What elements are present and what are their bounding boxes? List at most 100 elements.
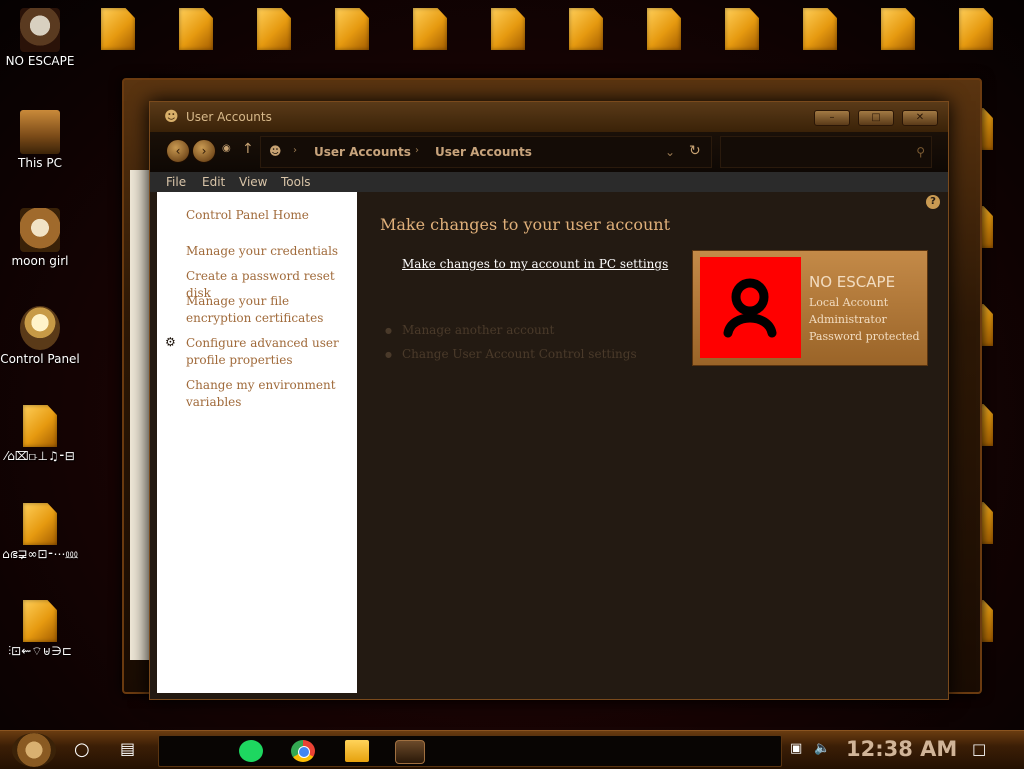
desktop-icon-this-pc[interactable]: This PC (0, 110, 80, 170)
control-panel-home-link[interactable]: Control Panel Home (186, 207, 351, 224)
picture-icon (20, 208, 60, 252)
start-button[interactable] (12, 733, 56, 767)
volume-muted-icon[interactable]: 🔈 (814, 741, 830, 756)
account-type: Local Account (809, 296, 889, 309)
breadcrumb-user-accounts-2[interactable]: User Accounts (435, 145, 532, 159)
clock[interactable]: 12:38 AM (846, 737, 957, 761)
desktop-file-icon[interactable] (858, 8, 938, 50)
desktop-icon-label: moon girl (11, 255, 69, 268)
lightbulb-icon (20, 306, 60, 350)
environment-variables-link[interactable]: Change my environment variables (186, 377, 351, 411)
control-panel-taskbar-icon[interactable] (395, 740, 425, 764)
tasks-panel: Control Panel Home Manage your credentia… (157, 192, 357, 693)
document-icon (569, 8, 603, 50)
desktop-icon-label: ⫶⊡⇜⌔⊎∋⊏ (8, 645, 72, 658)
breadcrumb-user-accounts-1[interactable]: User Accounts (314, 145, 411, 159)
document-icon (23, 600, 57, 642)
bullet-icon: ● (385, 326, 392, 335)
desktop-file-icon[interactable] (702, 8, 782, 50)
desktop-icon-no-escape[interactable]: NO ESCAPE (0, 8, 80, 68)
recent-locations-icon[interactable]: ◉ (222, 143, 231, 154)
users-icon: ☻ (269, 144, 282, 158)
document-icon (959, 8, 993, 50)
menu-view[interactable]: View (239, 175, 267, 189)
back-button[interactable]: ‹ (166, 139, 190, 163)
task-view-icon[interactable]: ▤ (120, 739, 135, 758)
desktop-file-icon[interactable]: ⫶⊡⇜⌔⊎∋⊏ (0, 600, 80, 658)
desktop-file-icon[interactable] (546, 8, 626, 50)
menu-tools[interactable]: Tools (281, 175, 311, 189)
search-input[interactable]: ⚲ (720, 136, 932, 168)
account-role: Administrator (809, 313, 887, 326)
desktop-icon-label: NO ESCAPE (5, 55, 75, 68)
notification-icon[interactable]: □ (972, 740, 986, 758)
breadcrumb-separator-icon: › (293, 145, 297, 156)
avatar (700, 257, 801, 358)
desktop-file-icon[interactable] (936, 8, 1016, 50)
pc-settings-link[interactable]: Make changes to my account in PC setting… (402, 257, 668, 271)
advanced-profile-link[interactable]: Configure advanced user profile properti… (186, 335, 351, 369)
skull-icon (20, 8, 60, 52)
document-icon (413, 8, 447, 50)
breadcrumb-separator-icon: › (415, 145, 419, 156)
file-explorer-icon[interactable] (345, 740, 369, 762)
desktop-icon-label: ⌂ഭ⋥∞⊡⁃⋯⅏ (2, 548, 78, 561)
bullet-icon: ● (385, 350, 392, 359)
desktop-icon-moon-girl[interactable]: moon girl (0, 208, 80, 268)
help-icon[interactable]: ? (926, 195, 940, 209)
search-icon: ⚲ (916, 145, 925, 159)
document-icon (725, 8, 759, 50)
document-icon (491, 8, 525, 50)
network-icon[interactable]: ▣ (790, 741, 802, 756)
file-encryption-link[interactable]: Manage your file encryption certificates (186, 293, 351, 327)
title-bar[interactable]: ☻ User Accounts – □ ✕ (150, 102, 948, 132)
manage-credentials-link[interactable]: Manage your credentials (186, 243, 351, 260)
desktop-icon-label: Control Panel (0, 353, 80, 366)
menu-file[interactable]: File (166, 175, 186, 189)
desktop-file-icon[interactable] (780, 8, 860, 50)
document-icon (881, 8, 915, 50)
desktop-file-icon[interactable]: ⁄⌂⌧⟥⊥♫⁃⊟ (0, 405, 80, 463)
menu-bar: File Edit View Tools (150, 172, 948, 192)
desktop-file-icon[interactable] (390, 8, 470, 50)
maximize-button[interactable]: □ (858, 110, 894, 126)
chrome-icon[interactable] (291, 740, 315, 762)
desktop-icon-label: ⁄⌂⌧⟥⊥♫⁃⊟ (5, 450, 75, 463)
desktop-file-icon[interactable] (312, 8, 392, 50)
users-icon: ☻ (164, 109, 179, 125)
address-field[interactable]: ☻ › User Accounts › User Accounts ⌄ ↻ (260, 136, 712, 168)
user-account-card: NO ESCAPE Local Account Administrator Pa… (692, 250, 928, 366)
desktop-file-icon[interactable] (156, 8, 236, 50)
window-controls: – □ ✕ (814, 110, 938, 126)
uac-settings-link[interactable]: Change User Account Control settings (402, 347, 637, 361)
cortana-icon[interactable]: ○ (74, 739, 90, 760)
forward-button[interactable]: › (192, 139, 216, 163)
refresh-icon[interactable]: ↻ (689, 143, 701, 159)
document-icon (803, 8, 837, 50)
main-content: ? Make changes to your user account Make… (357, 192, 948, 699)
desktop-file-icon[interactable] (468, 8, 548, 50)
desktop-file-icon[interactable] (234, 8, 314, 50)
up-arrow-icon[interactable]: ↑ (242, 141, 254, 157)
account-name: NO ESCAPE (809, 273, 896, 291)
taskbar-apps (158, 735, 782, 767)
document-icon (335, 8, 369, 50)
document-icon (257, 8, 291, 50)
desktop-file-icon[interactable] (78, 8, 158, 50)
desktop-icon-control-panel[interactable]: Control Panel (0, 306, 80, 366)
user-accounts-window: ☻ User Accounts – □ ✕ ‹ › ◉ ↑ ☻ › User A… (149, 101, 949, 700)
shield-icon: ⚙ (165, 335, 176, 349)
document-icon (23, 405, 57, 447)
account-password-status: Password protected (809, 330, 920, 343)
manage-another-account-link[interactable]: Manage another account (402, 323, 554, 337)
minimize-button[interactable]: – (814, 110, 850, 126)
document-icon (647, 8, 681, 50)
chevron-down-icon[interactable]: ⌄ (665, 145, 675, 159)
window-title: User Accounts (186, 110, 272, 124)
desktop-file-icon[interactable] (624, 8, 704, 50)
close-button[interactable]: ✕ (902, 110, 938, 126)
menu-edit[interactable]: Edit (202, 175, 225, 189)
desktop-file-icon[interactable]: ⌂ഭ⋥∞⊡⁃⋯⅏ (0, 503, 80, 561)
address-bar: ‹ › ◉ ↑ ☻ › User Accounts › User Account… (150, 132, 948, 172)
spotify-icon[interactable] (239, 740, 263, 762)
